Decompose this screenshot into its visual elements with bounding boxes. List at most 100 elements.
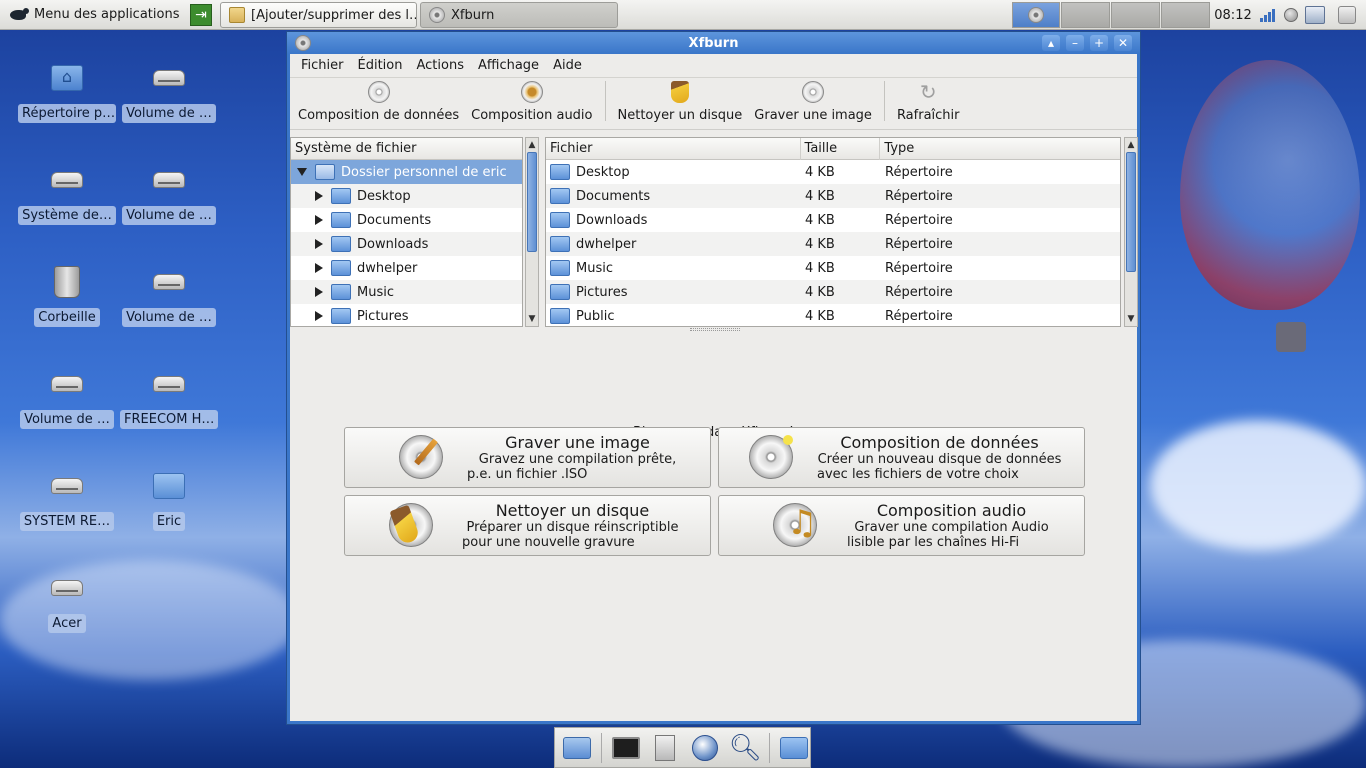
window-titlebar[interactable]: Xfburn ▴ – + ✕ <box>287 32 1140 54</box>
scroll-up-icon[interactable]: ▲ <box>1125 138 1137 152</box>
web-browser-icon[interactable] <box>689 733 721 763</box>
file-size: 4 KB <box>805 164 835 180</box>
folder-icon <box>550 308 570 324</box>
tree-row[interactable]: Pictures <box>291 304 522 326</box>
tree-scrollbar[interactable]: ▲ ▼ <box>525 137 539 327</box>
workspace-1[interactable] <box>1012 2 1060 28</box>
menu-edition[interactable]: Édition <box>351 58 410 73</box>
table-row[interactable]: Public 4 KB Répertoire <box>546 304 1120 326</box>
expander-closed-icon[interactable] <box>315 215 323 225</box>
desktop-icon-freecom[interactable]: FREECOM H… <box>120 366 218 429</box>
taskbar-item-xfburn[interactable]: Xfburn <box>420 2 618 28</box>
desktop-icon-trash[interactable]: Corbeille <box>18 264 116 327</box>
welcome-button-desc: Préparer un disque réinscriptible <box>466 520 679 535</box>
table-row[interactable]: Desktop 4 KB Répertoire <box>546 160 1120 184</box>
clock[interactable]: 08:12 <box>1212 0 1254 30</box>
blank-disc-button[interactable]: Nettoyer un disque <box>612 80 749 123</box>
desktop-icon-acer[interactable]: Acer <box>18 570 116 633</box>
close-button[interactable]: ✕ <box>1114 35 1132 51</box>
refresh-button[interactable]: ↻ Rafraîchir <box>891 80 966 123</box>
desktop-icon-label: Volume de … <box>20 410 114 429</box>
broom-icon <box>670 81 689 103</box>
tree-row-label: dwhelper <box>357 260 418 276</box>
desktop-icon-filesystem[interactable]: Système de… <box>18 162 116 225</box>
folder-icon <box>331 308 351 324</box>
tree-row-home[interactable]: Dossier personnel de eric <box>291 160 522 184</box>
desktop-icon-home[interactable]: Répertoire p… <box>18 60 116 123</box>
tree-row[interactable]: Downloads <box>291 232 522 256</box>
desktop-icon-system-reserved[interactable]: SYSTEM RE… <box>18 468 116 531</box>
tree-row[interactable]: Music <box>291 280 522 304</box>
expander-closed-icon[interactable] <box>315 263 323 273</box>
table-row[interactable]: Pictures 4 KB Répertoire <box>546 280 1120 304</box>
desktop-icon-volume-3[interactable]: Volume de … <box>120 264 218 327</box>
tree-row[interactable]: Desktop <box>291 184 522 208</box>
desktop-icon-eric[interactable]: Eric <box>120 468 218 531</box>
taskbar-item-ajouter[interactable]: [Ajouter/supprimer des l… <box>220 2 417 28</box>
search-icon[interactable]: 🔍︎ <box>729 733 762 763</box>
shade-button[interactable]: ▴ <box>1042 35 1060 51</box>
table-row[interactable]: Downloads 4 KB Répertoire <box>546 208 1120 232</box>
scroll-up-icon[interactable]: ▲ <box>526 138 538 152</box>
table-row[interactable]: dwhelper 4 KB Répertoire <box>546 232 1120 256</box>
expander-open-icon[interactable] <box>297 168 307 176</box>
tree-column-header[interactable]: Système de fichier <box>291 138 522 160</box>
data-composition-button[interactable]: Composition de données <box>292 80 465 123</box>
terminal-icon[interactable] <box>610 733 642 763</box>
tree-row[interactable]: dwhelper <box>291 256 522 280</box>
applications-menu-button[interactable]: Menu des applications <box>0 0 185 30</box>
globe-icon[interactable] <box>1284 8 1298 22</box>
table-row[interactable]: Music 4 KB Répertoire <box>546 256 1120 280</box>
show-desktop-icon[interactable] <box>561 733 593 763</box>
expander-closed-icon[interactable] <box>315 311 323 321</box>
welcome-audio-composition-button[interactable]: ♫ Composition audio Graver une compilati… <box>718 495 1085 556</box>
table-row[interactable]: Documents 4 KB Répertoire <box>546 184 1120 208</box>
exit-icon[interactable]: ⇥ <box>190 4 212 26</box>
minimize-button[interactable]: – <box>1066 35 1084 51</box>
desktop-icon-label: Acer <box>48 614 86 633</box>
tree-row[interactable]: Documents <box>291 208 522 232</box>
welcome-blank-disc-button[interactable]: Nettoyer un disque Préparer un disque ré… <box>344 495 711 556</box>
menu-affichage[interactable]: Affichage <box>471 58 546 73</box>
welcome-burn-image-button[interactable]: Graver une image Gravez une compilation … <box>344 427 711 488</box>
scroll-down-icon[interactable]: ▼ <box>1125 312 1137 326</box>
audio-composition-button[interactable]: Composition audio <box>465 80 598 123</box>
welcome-data-composition-button[interactable]: Composition de données Créer un nouveau … <box>718 427 1085 488</box>
expander-closed-icon[interactable] <box>315 287 323 297</box>
toolbar-label: Rafraîchir <box>896 108 960 123</box>
workspace-4[interactable] <box>1161 2 1210 28</box>
file-type: Répertoire <box>885 188 953 204</box>
column-header-type[interactable]: Type <box>880 138 1120 160</box>
drive-icon <box>153 172 185 188</box>
drive-tray-icon[interactable] <box>1305 6 1325 24</box>
welcome-button-desc: lisible par les chaînes Hi-Fi <box>847 535 1020 550</box>
menu-fichier[interactable]: Fichier <box>294 58 351 73</box>
tree-header[interactable]: Système de fichier <box>291 138 522 160</box>
menu-actions[interactable]: Actions <box>409 58 471 73</box>
scroll-thumb[interactable] <box>1126 152 1136 272</box>
file-list-scrollbar[interactable]: ▲ ▼ <box>1124 137 1138 327</box>
folder-icon[interactable] <box>778 733 810 763</box>
desktop-icon-volume-2[interactable]: Volume de … <box>120 162 218 225</box>
maximize-button[interactable]: + <box>1090 35 1108 51</box>
scroll-thumb[interactable] <box>527 152 537 252</box>
expander-closed-icon[interactable] <box>315 191 323 201</box>
menu-aide[interactable]: Aide <box>546 58 589 73</box>
column-header-size[interactable]: Taille <box>801 138 881 160</box>
pane-splitter-handle[interactable] <box>690 328 740 331</box>
workspace-2[interactable] <box>1061 2 1110 28</box>
file-type: Répertoire <box>885 236 953 252</box>
tree-row-label: Dossier personnel de eric <box>341 164 507 180</box>
workspace-3[interactable] <box>1111 2 1160 28</box>
file-cabinet-icon[interactable] <box>650 733 682 763</box>
expander-closed-icon[interactable] <box>315 239 323 249</box>
power-icon[interactable] <box>1338 6 1356 24</box>
desktop-icon-volume-4[interactable]: Volume de … <box>18 366 116 429</box>
scroll-down-icon[interactable]: ▼ <box>526 312 538 326</box>
network-signal-icon[interactable] <box>1258 0 1278 30</box>
disc-icon[interactable] <box>295 35 311 51</box>
desktop-icon-volume-1[interactable]: Volume de … <box>120 60 218 123</box>
xfce-mouse-icon <box>8 7 30 23</box>
column-header-name[interactable]: Fichier <box>546 138 801 160</box>
burn-image-button[interactable]: Graver une image <box>748 80 878 123</box>
